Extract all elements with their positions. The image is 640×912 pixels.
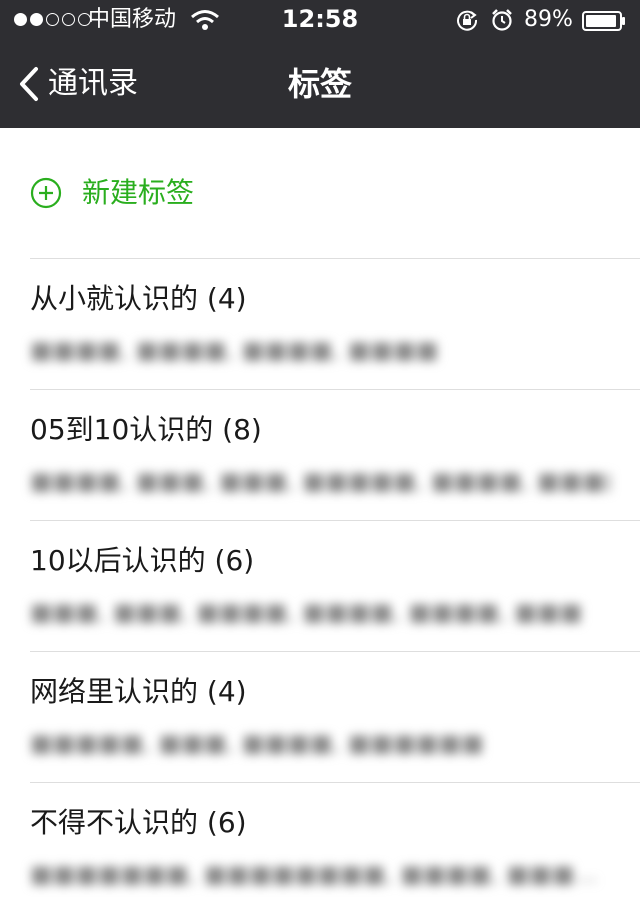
tag-item[interactable]: 从小就认识的 (4) ■■■■, ■■■■, ■■■■, ■■■■: [0, 259, 640, 389]
battery-icon: [582, 11, 625, 31]
new-tag-label: 新建标签: [82, 176, 195, 209]
top-bar: 中国移动 12:58 89% 通讯录 标签: [0, 0, 640, 128]
tag-members: ■■■■, ■■■■, ■■■■, ■■■■: [30, 336, 439, 364]
new-tag-button[interactable]: 新建标签: [0, 128, 640, 258]
tag-members: ■■■■■, ■■■, ■■■■, ■■■■■■: [30, 729, 484, 757]
chevron-left-icon: [20, 67, 38, 101]
tag-item[interactable]: 不得不认识的 (6) ■■■■■■■, ■■■■■■■■, ■■■■, ■■■.…: [0, 783, 640, 912]
tag-title: 05到10认识的 (8): [30, 413, 262, 446]
tag-item[interactable]: 网络里认识的 (4) ■■■■■, ■■■, ■■■■, ■■■■■■: [0, 652, 640, 782]
tag-members: ■■■, ■■■, ■■■■, ■■■■, ■■■■, ■■■: [30, 598, 583, 626]
tag-list: 从小就认识的 (4) ■■■■, ■■■■, ■■■■, ■■■■ 05到10认…: [0, 258, 640, 912]
tag-item[interactable]: 05到10认识的 (8) ■■■■, ■■■, ■■■, ■■■■■, ■■■■…: [0, 390, 640, 520]
nav-bar: 通讯录 标签: [0, 50, 640, 120]
back-button[interactable]: 通讯录: [18, 64, 138, 104]
page-title: 标签: [287, 65, 352, 103]
tag-title: 从小就认识的 (4): [30, 282, 247, 315]
tag-title: 不得不认识的 (6): [30, 806, 247, 839]
rotation-lock-icon: [457, 10, 478, 31]
tag-title: 网络里认识的 (4): [30, 675, 247, 708]
battery-percent: 89%: [524, 7, 573, 32]
tag-item[interactable]: 10以后认识的 (6) ■■■, ■■■, ■■■■, ■■■■, ■■■■, …: [0, 521, 640, 651]
tag-members: ■■■■, ■■■, ■■■, ■■■■■, ■■■■, ■■■■...: [30, 467, 610, 495]
tag-title: 10以后认识的 (6): [30, 544, 255, 577]
status-bar: 中国移动 12:58 89%: [0, 0, 640, 40]
tag-members: ■■■■■■■, ■■■■■■■■, ■■■■, ■■■...: [30, 860, 598, 888]
plus-circle-icon: [30, 177, 62, 209]
alarm-icon: [492, 9, 512, 31]
tags-screen: 中国移动 12:58 89% 通讯录 标签 新建标签 从小就认识的 (4) ■■…: [0, 0, 640, 912]
back-label: 通讯录: [48, 66, 138, 101]
